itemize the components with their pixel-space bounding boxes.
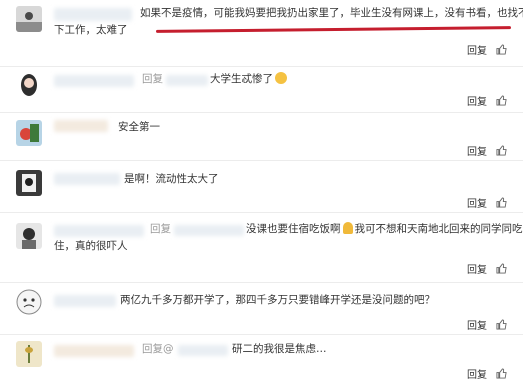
thumbs-up-icon[interactable] bbox=[496, 368, 507, 379]
mention-redacted bbox=[166, 75, 208, 86]
username-redacted bbox=[54, 345, 134, 357]
comment-1: 如果不是疫情，可能我妈要把我扔出家里了，毕业生没有网课上，没有书看，也找不 下工… bbox=[0, 0, 523, 66]
mention-redacted bbox=[178, 345, 228, 356]
laugh-emoji-icon bbox=[275, 72, 287, 84]
reply-button[interactable]: 回复 bbox=[467, 143, 487, 158]
username-redacted bbox=[54, 295, 116, 307]
thumbs-up-icon[interactable] bbox=[496, 319, 507, 330]
comment-6: 两亿九千多万都开学了，那四千多万只要错峰开学还是没问题的吧？ 回复 bbox=[0, 283, 523, 333]
reply-button[interactable]: 回复 bbox=[467, 261, 487, 276]
mention-redacted bbox=[174, 225, 244, 236]
reply-button[interactable]: 回复 bbox=[467, 317, 487, 332]
reply-button[interactable]: 回复 bbox=[467, 195, 487, 210]
thumbs-up-icon[interactable] bbox=[496, 44, 507, 55]
comment-2: 回复 大学生忒惨了 回复 bbox=[0, 67, 523, 111]
highlight-underline bbox=[155, 26, 512, 33]
comment-text-cont: 下工作，太难了 bbox=[54, 24, 128, 36]
avatar[interactable] bbox=[16, 223, 42, 249]
avatar[interactable] bbox=[16, 341, 42, 367]
username-redacted bbox=[54, 75, 134, 87]
avatar[interactable] bbox=[16, 6, 42, 32]
avatar[interactable] bbox=[16, 72, 42, 98]
avatar[interactable] bbox=[16, 289, 42, 315]
comment-7: 回复@ 研二的我很是焦虑… 回复 bbox=[0, 335, 523, 385]
comment-feed: 如果不是疫情，可能我妈要把我扔出家里了，毕业生没有网课上，没有书看，也找不 下工… bbox=[0, 0, 523, 385]
username-redacted bbox=[54, 173, 120, 185]
comment-4: 是啊！流动性太大了 回复 bbox=[0, 161, 523, 211]
reply-prefix: 回复 bbox=[142, 73, 163, 85]
comment-text: 是啊！流动性太大了 bbox=[124, 173, 219, 185]
comment-text: 安全第一 bbox=[118, 121, 160, 133]
comment-5: 回复 没课也要住宿吃饭啊 我可不想和天南地北回来的同学同吃同 住，真的很吓人 回复 bbox=[0, 213, 523, 281]
reply-button[interactable]: 回复 bbox=[467, 366, 487, 381]
comment-text: 两亿九千多万都开学了，那四千多万只要错峰开学还是没问题的吧？ bbox=[120, 294, 435, 306]
comment-text: 没课也要住宿吃饭啊 我可不想和天南地北回来的同学同吃同 bbox=[246, 222, 523, 235]
reply-prefix: 回复 bbox=[150, 223, 171, 235]
comment-text: 大学生忒惨了 bbox=[210, 71, 287, 88]
thumbs-up-icon[interactable] bbox=[496, 145, 507, 156]
username-redacted bbox=[54, 8, 132, 21]
comment-text: 研二的我很是焦虑… bbox=[232, 343, 327, 355]
comment-text-cont: 住，真的很吓人 bbox=[54, 240, 128, 252]
avatar[interactable] bbox=[16, 170, 42, 196]
avatar[interactable] bbox=[16, 120, 42, 146]
thumbs-up-icon[interactable] bbox=[496, 197, 507, 208]
username-redacted bbox=[54, 225, 144, 237]
reply-prefix: 回复@ bbox=[142, 343, 174, 355]
username-redacted bbox=[54, 120, 108, 132]
comment-text: 如果不是疫情，可能我妈要把我扔出家里了，毕业生没有网课上，没有书看，也找不 bbox=[140, 7, 523, 19]
thumbs-up-icon[interactable] bbox=[496, 263, 507, 274]
comment-3: 安全第一 回复 bbox=[0, 113, 523, 159]
thumbs-up-icon[interactable] bbox=[496, 95, 507, 106]
reply-button[interactable]: 回复 bbox=[467, 93, 487, 108]
reply-button[interactable]: 回复 bbox=[467, 42, 487, 57]
bell-emoji-icon bbox=[342, 222, 353, 234]
